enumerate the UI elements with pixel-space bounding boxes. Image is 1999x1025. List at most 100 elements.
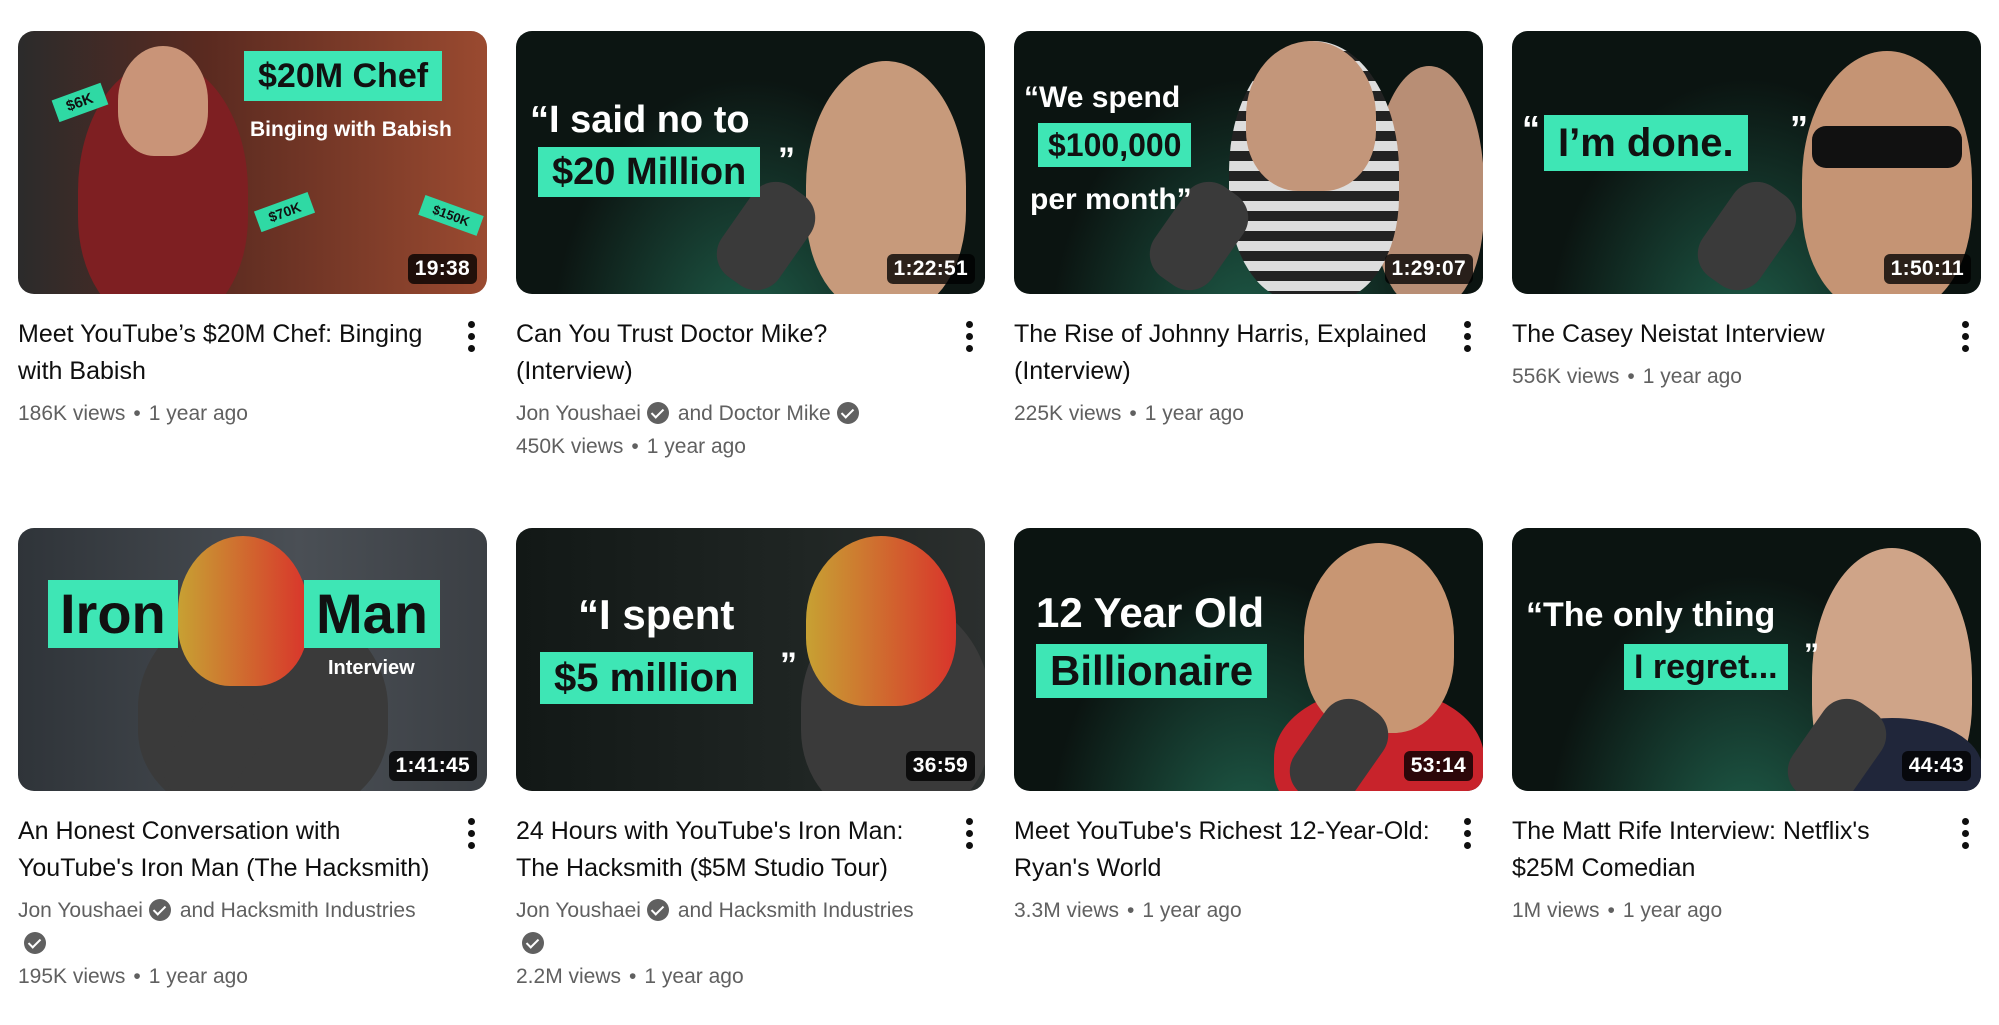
video-metadata: Jon Youshaei and Hacksmith Industries 19…: [18, 899, 416, 988]
video-duration: 36:59: [905, 751, 975, 781]
video-metadata: 225K views • 1 year ago: [1014, 402, 1244, 425]
sunglasses-image: [1812, 126, 1962, 168]
video-thumbnail[interactable]: “I spent $5 million ” 36:59: [516, 528, 985, 791]
video-card[interactable]: “The only thing I regret... ” 44:43 The …: [1512, 528, 1981, 1025]
closing-quote: ”: [1804, 638, 1819, 671]
video-thumbnail[interactable]: Iron Man Interview 1:41:45: [18, 528, 487, 791]
view-count: 3.3M views: [1014, 899, 1120, 922]
channel-name[interactable]: and Doctor Mike: [678, 402, 831, 425]
more-options-icon[interactable]: [1953, 815, 1977, 851]
helmet-image: [178, 536, 308, 686]
closing-quote: ”: [778, 141, 795, 179]
thumbnail-quote: “The only thing: [1526, 596, 1776, 634]
thumbnail-headline: $20M Chef: [244, 51, 443, 101]
opening-quote: “: [1522, 108, 1540, 149]
more-options-icon[interactable]: [957, 815, 981, 851]
video-metadata: Jon Youshaei and Hacksmith Industries 2.…: [516, 899, 914, 988]
video-title[interactable]: Meet YouTube’s $20M Chef: Binging with B…: [18, 316, 443, 390]
video-thumbnail[interactable]: “The only thing I regret... ” 44:43: [1512, 528, 1981, 791]
video-card[interactable]: Iron Man Interview 1:41:45 An Honest Con…: [18, 528, 487, 1025]
more-options-icon[interactable]: [459, 815, 483, 851]
view-count: 1M views: [1512, 899, 1600, 922]
channel-name[interactable]: Jon Youshaei: [516, 402, 641, 425]
upload-age: 1 year ago: [1622, 899, 1723, 922]
thumbnail-headline: Iron: [48, 580, 178, 648]
video-title[interactable]: An Honest Conversation with YouTube's Ir…: [18, 813, 443, 887]
video-title[interactable]: 24 Hours with YouTube's Iron Man: The Ha…: [516, 813, 941, 887]
more-options-icon[interactable]: [459, 318, 483, 354]
view-count: 556K views: [1512, 365, 1620, 388]
video-duration: 19:38: [407, 254, 477, 284]
upload-age: 1 year ago: [644, 965, 744, 988]
video-thumbnail[interactable]: “We spend $100,000 per month” 1:29:07: [1014, 31, 1483, 294]
verified-icon: [148, 899, 171, 921]
video-details: The Matt Rife Interview: Netflix's $25M …: [1512, 813, 1981, 927]
verified-icon: [646, 899, 669, 921]
video-card[interactable]: $20M Chef Binging with Babish $6K $70K $…: [18, 31, 487, 528]
more-options-icon[interactable]: [1455, 318, 1479, 354]
more-options-icon[interactable]: [1455, 815, 1479, 851]
upload-age: 1 year ago: [148, 402, 248, 425]
channel-name[interactable]: and Hacksmith Industries: [180, 899, 416, 922]
upload-age: 1 year ago: [1144, 402, 1244, 425]
view-count: 195K views: [18, 965, 126, 988]
video-thumbnail[interactable]: 12 Year Old Billionaire 53:14: [1014, 528, 1483, 791]
video-duration: 1:50:11: [1883, 254, 1971, 284]
verified-icon: [24, 932, 46, 954]
view-count: 225K views: [1014, 402, 1122, 425]
video-title[interactable]: The Matt Rife Interview: Netflix's $25M …: [1512, 813, 1937, 887]
video-metadata: Jon Youshaei and Doctor Mike 450K views •…: [516, 397, 941, 463]
video-metadata: 1M views • 1 year ago: [1512, 899, 1723, 922]
video-details: An Honest Conversation with YouTube's Ir…: [18, 813, 487, 993]
video-card[interactable]: “I spent $5 million ” 36:59 24 Hours wit…: [516, 528, 985, 1025]
person-face: [1304, 543, 1454, 733]
upload-age: 1 year ago: [1142, 899, 1242, 922]
thumbnail-subtext: Binging with Babish: [250, 118, 452, 141]
upload-age: 1 year ago: [646, 435, 746, 458]
video-duration: 53:14: [1403, 751, 1473, 781]
more-options-icon[interactable]: [957, 318, 981, 354]
upload-age: 1 year ago: [1642, 365, 1742, 388]
thumbnail-quote: “We spend: [1024, 81, 1181, 114]
video-thumbnail[interactable]: $20M Chef Binging with Babish $6K $70K $…: [18, 31, 487, 294]
video-details: 24 Hours with YouTube's Iron Man: The Ha…: [516, 813, 985, 993]
thumbnail-quote: “I said no to: [530, 99, 750, 141]
video-card[interactable]: “ I’m done. ” 1:50:11 The Casey Neistat …: [1512, 31, 1981, 528]
thumbnail-headline: $100,000: [1038, 123, 1192, 167]
channel-name[interactable]: Jon Youshaei: [516, 899, 641, 922]
view-count: 186K views: [18, 402, 126, 425]
video-details: Meet YouTube’s $20M Chef: Binging with B…: [18, 316, 487, 430]
person-face: [1246, 41, 1376, 191]
video-metadata: 3.3M views • 1 year ago: [1014, 899, 1242, 922]
verified-icon: [836, 402, 859, 424]
upload-age: 1 year ago: [148, 965, 248, 988]
helmet-image: [806, 536, 956, 706]
thumbnail-headline: $20 Million: [538, 147, 761, 197]
video-thumbnail[interactable]: “ I’m done. ” 1:50:11: [1512, 31, 1981, 294]
person-face: [118, 46, 208, 156]
video-details: The Casey Neistat Interview 556K views • 1…: [1512, 316, 1981, 393]
video-title[interactable]: Meet YouTube's Richest 12-Year-Old: Ryan…: [1014, 813, 1439, 887]
verified-icon: [646, 402, 669, 424]
video-details: Can You Trust Doctor Mike? (Interview) J…: [516, 316, 985, 463]
video-card[interactable]: “We spend $100,000 per month” 1:29:07 Th…: [1014, 31, 1483, 528]
view-count: 450K views: [516, 435, 624, 458]
thumbnail-headline: I regret...: [1624, 644, 1788, 690]
video-duration: 1:41:45: [388, 751, 477, 781]
channel-name[interactable]: and Hacksmith Industries: [678, 899, 914, 922]
video-thumbnail[interactable]: “I said no to $20 Million ” 1:22:51: [516, 31, 985, 294]
video-grid: $20M Chef Binging with Babish $6K $70K $…: [18, 31, 1981, 1025]
video-title[interactable]: The Casey Neistat Interview: [1512, 316, 1937, 353]
thumbnail-subtext: per month”: [1030, 183, 1192, 216]
thumbnail-subtext: Interview: [328, 657, 415, 679]
video-duration: 44:43: [1901, 751, 1971, 781]
video-card[interactable]: 12 Year Old Billionaire 53:14 Meet YouTu…: [1014, 528, 1483, 1025]
thumbnail-headline: $5 million: [540, 652, 753, 704]
video-title[interactable]: The Rise of Johnny Harris, Explained (In…: [1014, 316, 1439, 390]
channel-name[interactable]: Jon Youshaei: [18, 899, 143, 922]
more-options-icon[interactable]: [1953, 318, 1977, 354]
video-card[interactable]: “I said no to $20 Million ” 1:22:51 Can …: [516, 31, 985, 528]
closing-quote: ”: [780, 646, 797, 684]
thumbnail-headline: I’m done.: [1544, 115, 1748, 171]
video-title[interactable]: Can You Trust Doctor Mike? (Interview): [516, 316, 941, 390]
